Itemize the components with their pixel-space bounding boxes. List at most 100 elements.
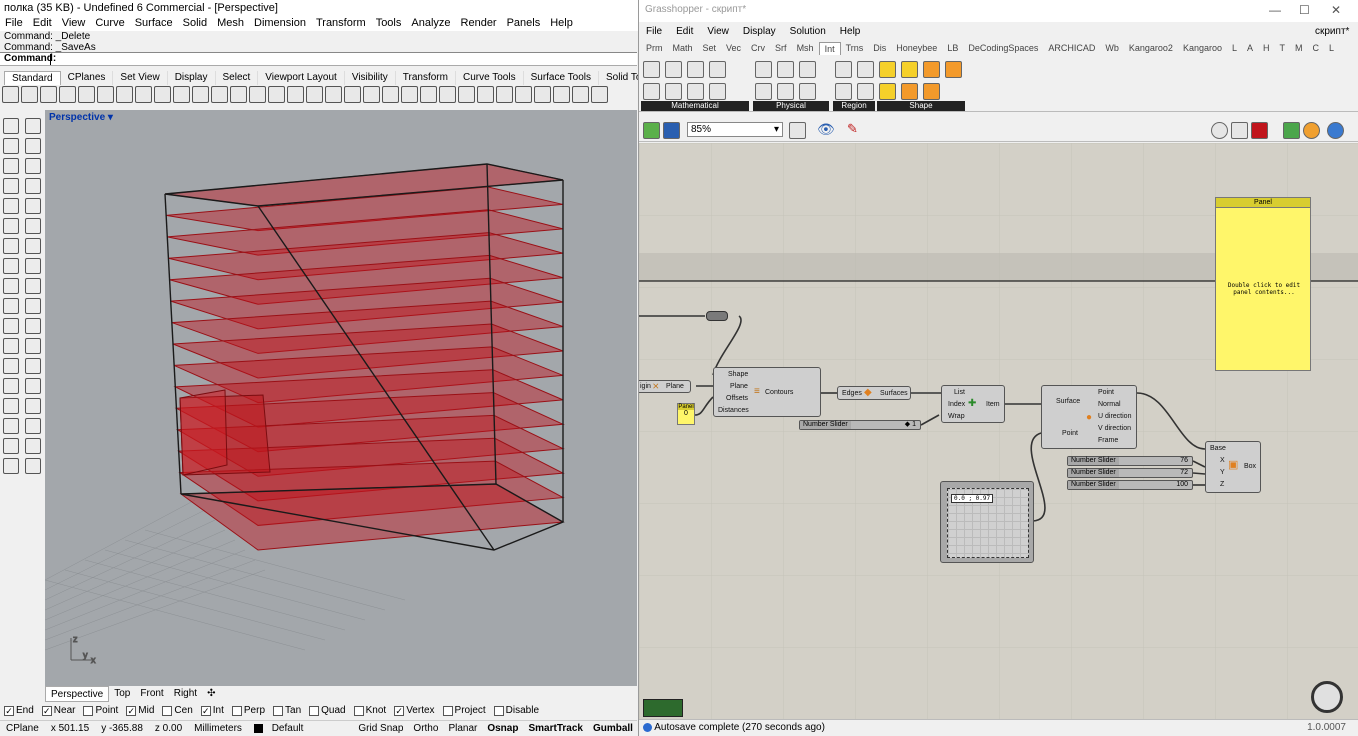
component-icon[interactable] <box>857 83 874 100</box>
gh-menu-item-edit[interactable]: Edit <box>669 24 700 39</box>
tool-icon[interactable] <box>3 378 19 394</box>
tool-icon[interactable] <box>3 298 19 314</box>
gh-document-name[interactable]: скрипт* <box>1315 26 1349 37</box>
component-icon[interactable] <box>835 83 852 100</box>
list-item-component[interactable]: List Index Wrap ✚ Item <box>941 385 1005 423</box>
tool-icon[interactable] <box>3 398 19 414</box>
tool-icon[interactable] <box>25 338 41 354</box>
tool-icon[interactable] <box>25 118 41 134</box>
menu-item-mesh[interactable]: Mesh <box>212 16 249 31</box>
evaluate-surface-component[interactable]: Surface Point ● Point Normal U direction… <box>1041 385 1137 449</box>
osnap-vertex[interactable]: ✓ Vertex <box>394 705 435 716</box>
tool-icon[interactable] <box>3 418 19 434</box>
gh-tab-crv[interactable]: Crv <box>746 42 770 55</box>
gh-tab-vec[interactable]: Vec <box>721 42 746 55</box>
checkbox[interactable] <box>83 705 94 716</box>
menu-item-surface[interactable]: Surface <box>130 16 178 31</box>
component-icon[interactable] <box>755 83 772 100</box>
menu-item-dimension[interactable]: Dimension <box>249 16 311 31</box>
tool-icon[interactable] <box>2 86 19 103</box>
tool-icon[interactable] <box>3 438 19 454</box>
gh-tab-l[interactable]: L <box>1227 42 1242 55</box>
gh-menu-item-solution[interactable]: Solution <box>783 24 833 39</box>
tool-icon[interactable] <box>135 86 152 103</box>
wireframe-icon[interactable] <box>1231 122 1248 139</box>
tool-icon[interactable] <box>25 318 41 334</box>
toggle-grid-snap[interactable]: Grid Snap <box>353 721 408 736</box>
checkbox[interactable] <box>493 705 504 716</box>
gh-menu-item-help[interactable]: Help <box>833 24 868 39</box>
component-icon[interactable] <box>777 61 794 78</box>
navigation-compass-icon[interactable] <box>1311 681 1343 713</box>
viewport-tab-top[interactable]: Top <box>109 686 135 702</box>
menu-item-solid[interactable]: Solid <box>178 16 212 31</box>
checkbox[interactable] <box>273 705 284 716</box>
tool-icon[interactable] <box>211 86 228 103</box>
tool-icon[interactable] <box>3 138 19 154</box>
gh-menu-item-file[interactable]: File <box>639 24 669 39</box>
tool-icon[interactable] <box>25 238 41 254</box>
tool-icon[interactable] <box>230 86 247 103</box>
gh-tab-lb[interactable]: LB <box>942 42 963 55</box>
tool-icon[interactable] <box>25 158 41 174</box>
zoom-dropdown[interactable]: 85% ▾ <box>687 122 783 137</box>
gh-tab-h[interactable]: H <box>1258 42 1275 55</box>
gh-tab-set[interactable]: Set <box>698 42 722 55</box>
gh-tab-decodingspaces[interactable]: DeCodingSpaces <box>963 42 1043 55</box>
tool-icon[interactable] <box>515 86 532 103</box>
globe-icon[interactable] <box>1327 122 1344 139</box>
toolbar-tab-set-view[interactable]: Set View <box>113 71 168 85</box>
minimize-icon[interactable]: — <box>1269 3 1281 17</box>
menu-item-panels[interactable]: Panels <box>502 16 546 31</box>
perspective-viewport[interactable]: Perspective ▾ z y x <box>45 110 637 686</box>
tool-icon[interactable] <box>25 418 41 434</box>
tool-icon[interactable] <box>363 86 380 103</box>
contours-component[interactable]: Shape Plane Offsets Distances ≡ Contours <box>713 367 821 417</box>
tool-icon[interactable] <box>40 86 57 103</box>
gh-tab-t[interactable]: T <box>1275 42 1291 55</box>
boundary-surfaces-component[interactable]: Edges ◆ Surfaces <box>837 386 911 400</box>
menu-item-analyze[interactable]: Analyze <box>406 16 455 31</box>
gh-tab-dis[interactable]: Dis <box>868 42 891 55</box>
tool-icon[interactable] <box>3 458 19 474</box>
render-icon[interactable] <box>1303 122 1320 139</box>
tool-icon[interactable] <box>25 438 41 454</box>
number-slider-x[interactable]: Number Slider 76 <box>1067 456 1193 466</box>
toolbar-tab-cplanes[interactable]: CPlanes <box>61 71 114 85</box>
menu-item-render[interactable]: Render <box>456 16 502 31</box>
tool-icon[interactable] <box>401 86 418 103</box>
canvas-widget-icon[interactable] <box>643 699 683 717</box>
bake-icon[interactable] <box>1283 122 1300 139</box>
tool-icon[interactable] <box>325 86 342 103</box>
zoom-extents-icon[interactable] <box>789 122 806 139</box>
tool-icon[interactable] <box>3 258 19 274</box>
md-slider[interactable]: 0.0 ; 0.97 <box>940 481 1034 563</box>
gh-tab-trns[interactable]: Trns <box>841 42 869 55</box>
checkbox[interactable]: ✓ <box>394 705 405 716</box>
add-viewport-icon[interactable]: ✣ <box>202 686 220 702</box>
tool-icon[interactable] <box>25 178 41 194</box>
checkbox[interactable] <box>353 705 364 716</box>
layer-indicator[interactable]: Default <box>248 721 315 736</box>
toolbar-tab-visibility[interactable]: Visibility <box>345 71 396 85</box>
osnap-quad[interactable]: Quad <box>309 705 346 716</box>
tool-icon[interactable] <box>306 86 323 103</box>
gh-canvas[interactable]: Panel Double click to edit panel content… <box>639 143 1358 719</box>
tool-icon[interactable] <box>3 338 19 354</box>
tool-icon[interactable] <box>268 86 285 103</box>
toggle-planar[interactable]: Planar <box>443 721 482 736</box>
toggle-osnap[interactable]: Osnap <box>482 721 523 736</box>
tool-icon[interactable] <box>344 86 361 103</box>
osnap-disable[interactable]: Disable <box>493 705 539 716</box>
gh-tab-kangaroo2[interactable]: Kangaroo2 <box>1124 42 1178 55</box>
component-icon[interactable] <box>665 61 682 78</box>
tool-icon[interactable] <box>116 86 133 103</box>
notes-panel[interactable]: Panel Double click to edit panel content… <box>1215 197 1311 371</box>
checkbox[interactable]: ✓ <box>200 705 211 716</box>
tool-icon[interactable] <box>3 218 19 234</box>
sketch-pen-icon[interactable]: ✎ <box>847 121 858 137</box>
tool-icon[interactable] <box>25 298 41 314</box>
tool-icon[interactable] <box>3 318 19 334</box>
tool-icon[interactable] <box>78 86 95 103</box>
tool-icon[interactable] <box>458 86 475 103</box>
